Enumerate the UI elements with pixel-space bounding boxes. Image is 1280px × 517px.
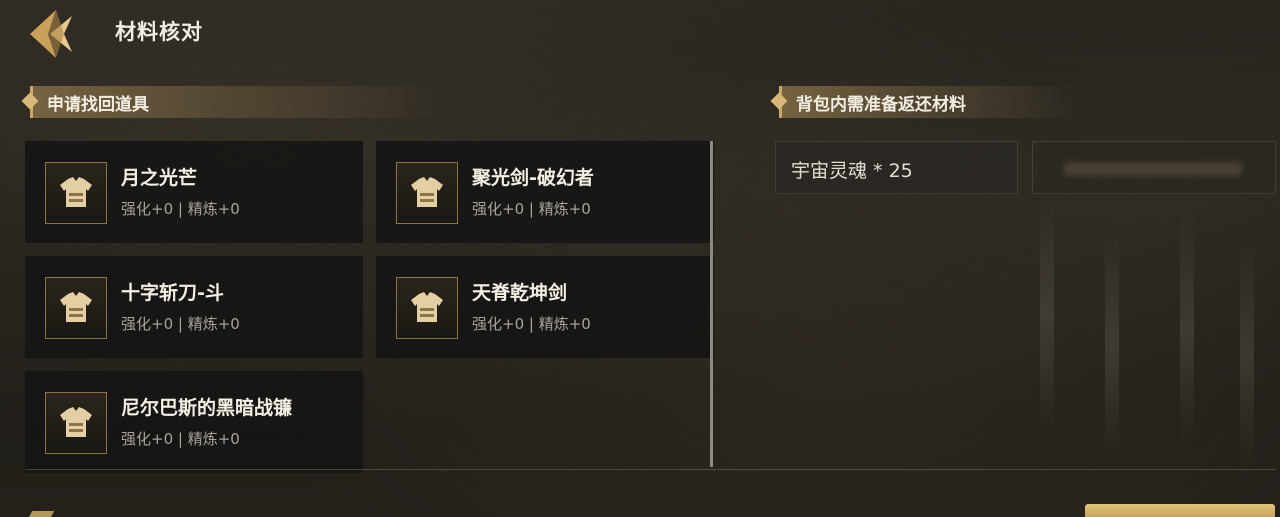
bottom-divider	[26, 469, 1276, 470]
item-stats: 强化+0 | 精炼+0	[121, 430, 240, 448]
item-name: 尼尔巴斯的黑暗战镰	[121, 397, 293, 419]
item-icon-frame	[396, 162, 458, 224]
back-arrow-icon	[30, 10, 72, 58]
background-decoration	[1040, 200, 1054, 430]
background-decoration	[1240, 240, 1254, 470]
item-name: 月之光芒	[121, 167, 198, 189]
page-title: 材料核对	[115, 20, 203, 44]
list-scrollbar[interactable]	[710, 141, 713, 467]
material-slot[interactable]: 宇宙灵魂 * 25	[775, 141, 1018, 194]
section-header-recover-items: 申请找回道具	[21, 86, 440, 118]
diamond-icon	[770, 92, 788, 110]
item-card[interactable]: 尼尔巴斯的黑暗战镰 强化+0 | 精炼+0	[25, 371, 363, 473]
background-decoration	[1180, 215, 1194, 445]
armor-icon	[60, 407, 92, 437]
item-stats: 强化+0 | 精炼+0	[121, 315, 240, 333]
item-card[interactable]: 十字斩刀-斗 强化+0 | 精炼+0	[25, 256, 363, 358]
item-icon-frame	[45, 277, 107, 339]
item-icon-frame	[396, 277, 458, 339]
item-name: 聚光剑-破幻者	[472, 167, 594, 189]
blurred-material-label	[1063, 162, 1243, 176]
confirm-button[interactable]	[1085, 504, 1275, 517]
armor-icon	[60, 177, 92, 207]
item-card[interactable]: 月之光芒 强化+0 | 精炼+0	[25, 141, 363, 243]
item-icon-frame	[45, 162, 107, 224]
background-decoration	[1105, 230, 1119, 460]
item-stats: 强化+0 | 精炼+0	[121, 200, 240, 218]
section-title: 申请找回道具	[47, 94, 149, 115]
diamond-icon	[21, 92, 39, 110]
material-label: 宇宙灵魂 * 25	[791, 160, 913, 182]
item-icon-frame	[45, 392, 107, 454]
item-stats: 强化+0 | 精炼+0	[472, 200, 591, 218]
item-card[interactable]: 天脊乾坤剑 强化+0 | 精炼+0	[376, 256, 714, 358]
armor-icon	[411, 292, 443, 322]
armor-icon	[411, 177, 443, 207]
section-title: 背包内需准备返还材料	[796, 94, 966, 115]
item-name: 天脊乾坤剑	[472, 282, 568, 304]
item-card[interactable]: 聚光剑-破幻者 强化+0 | 精炼+0	[376, 141, 714, 243]
armor-icon	[60, 292, 92, 322]
section-header-return-materials: 背包内需准备返还材料	[770, 86, 1079, 118]
back-button[interactable]	[26, 6, 84, 62]
material-slot[interactable]	[1032, 141, 1276, 194]
item-name: 十字斩刀-斗	[121, 282, 224, 304]
decorative-mark	[27, 511, 55, 517]
item-stats: 强化+0 | 精炼+0	[472, 315, 591, 333]
